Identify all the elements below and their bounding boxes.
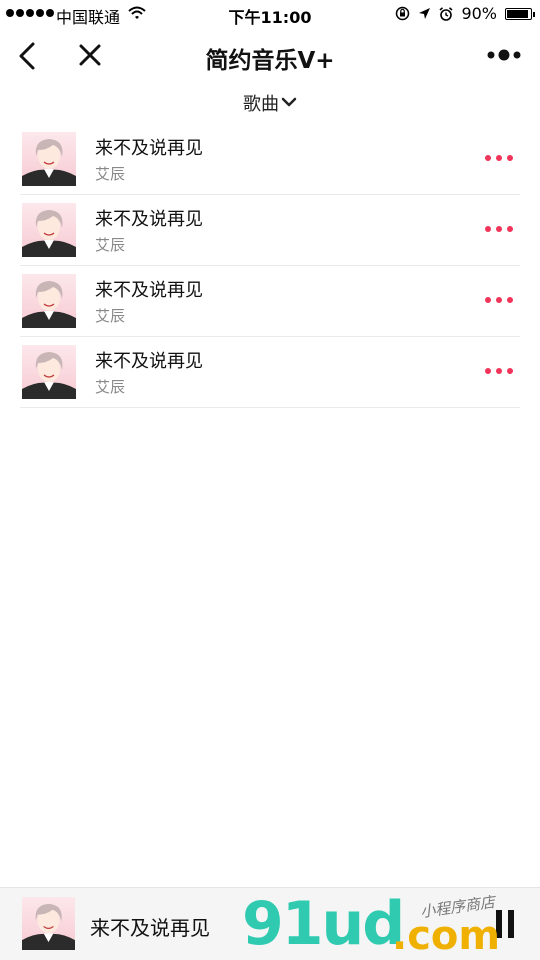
chevron-down-icon	[281, 97, 297, 107]
song-list: 来不及说再见 艾辰 来不及说再见 艾辰 来不及说再见 艾辰 来不及说再见 艾辰	[20, 124, 520, 408]
mini-player[interactable]: 来不及说再见	[0, 887, 540, 960]
alarm-icon	[439, 6, 453, 21]
orientation-lock-icon	[396, 6, 410, 21]
more-options-icon[interactable]	[484, 150, 514, 166]
song-title: 来不及说再见	[95, 138, 203, 159]
battery-percentage: 90%	[461, 4, 497, 23]
category-filter-label: 歌曲	[243, 94, 279, 115]
more-options-icon[interactable]	[484, 221, 514, 237]
location-arrow-icon	[419, 8, 431, 19]
player-song-title: 来不及说再见	[90, 916, 210, 940]
pause-icon[interactable]	[494, 910, 516, 938]
song-row[interactable]: 来不及说再见 艾辰	[20, 195, 520, 266]
category-filter[interactable]: 歌曲	[0, 90, 540, 116]
battery-icon	[505, 7, 535, 20]
song-row[interactable]: 来不及说再见 艾辰	[20, 124, 520, 195]
more-options-icon[interactable]	[484, 292, 514, 308]
song-row[interactable]: 来不及说再见 艾辰	[20, 266, 520, 337]
album-cover	[22, 274, 76, 328]
song-row[interactable]: 来不及说再见 艾辰	[20, 337, 520, 408]
song-title: 来不及说再见	[95, 280, 203, 301]
album-cover	[22, 203, 76, 257]
battery-level	[507, 9, 528, 18]
capsule-more-icon[interactable]	[486, 46, 522, 64]
player-album-cover	[22, 897, 75, 950]
song-artist: 艾辰	[95, 378, 126, 396]
more-options-icon[interactable]	[484, 363, 514, 379]
song-artist: 艾辰	[95, 165, 126, 183]
navigation-bar: 简约音乐V+	[0, 28, 540, 84]
song-title: 来不及说再见	[95, 351, 203, 372]
page-title: 简约音乐V+	[205, 48, 335, 74]
page: 中国联通 下午11:00 90% 简约音乐V+ 歌曲 来不及说再见 艾辰 来不及…	[0, 0, 540, 960]
song-artist: 艾辰	[95, 236, 126, 254]
status-right-group: 90%	[395, 4, 535, 23]
song-artist: 艾辰	[95, 307, 126, 325]
song-title: 来不及说再见	[95, 209, 203, 230]
album-cover	[22, 345, 76, 399]
status-bar: 中国联通 下午11:00 90%	[0, 0, 540, 28]
album-cover	[22, 132, 76, 186]
